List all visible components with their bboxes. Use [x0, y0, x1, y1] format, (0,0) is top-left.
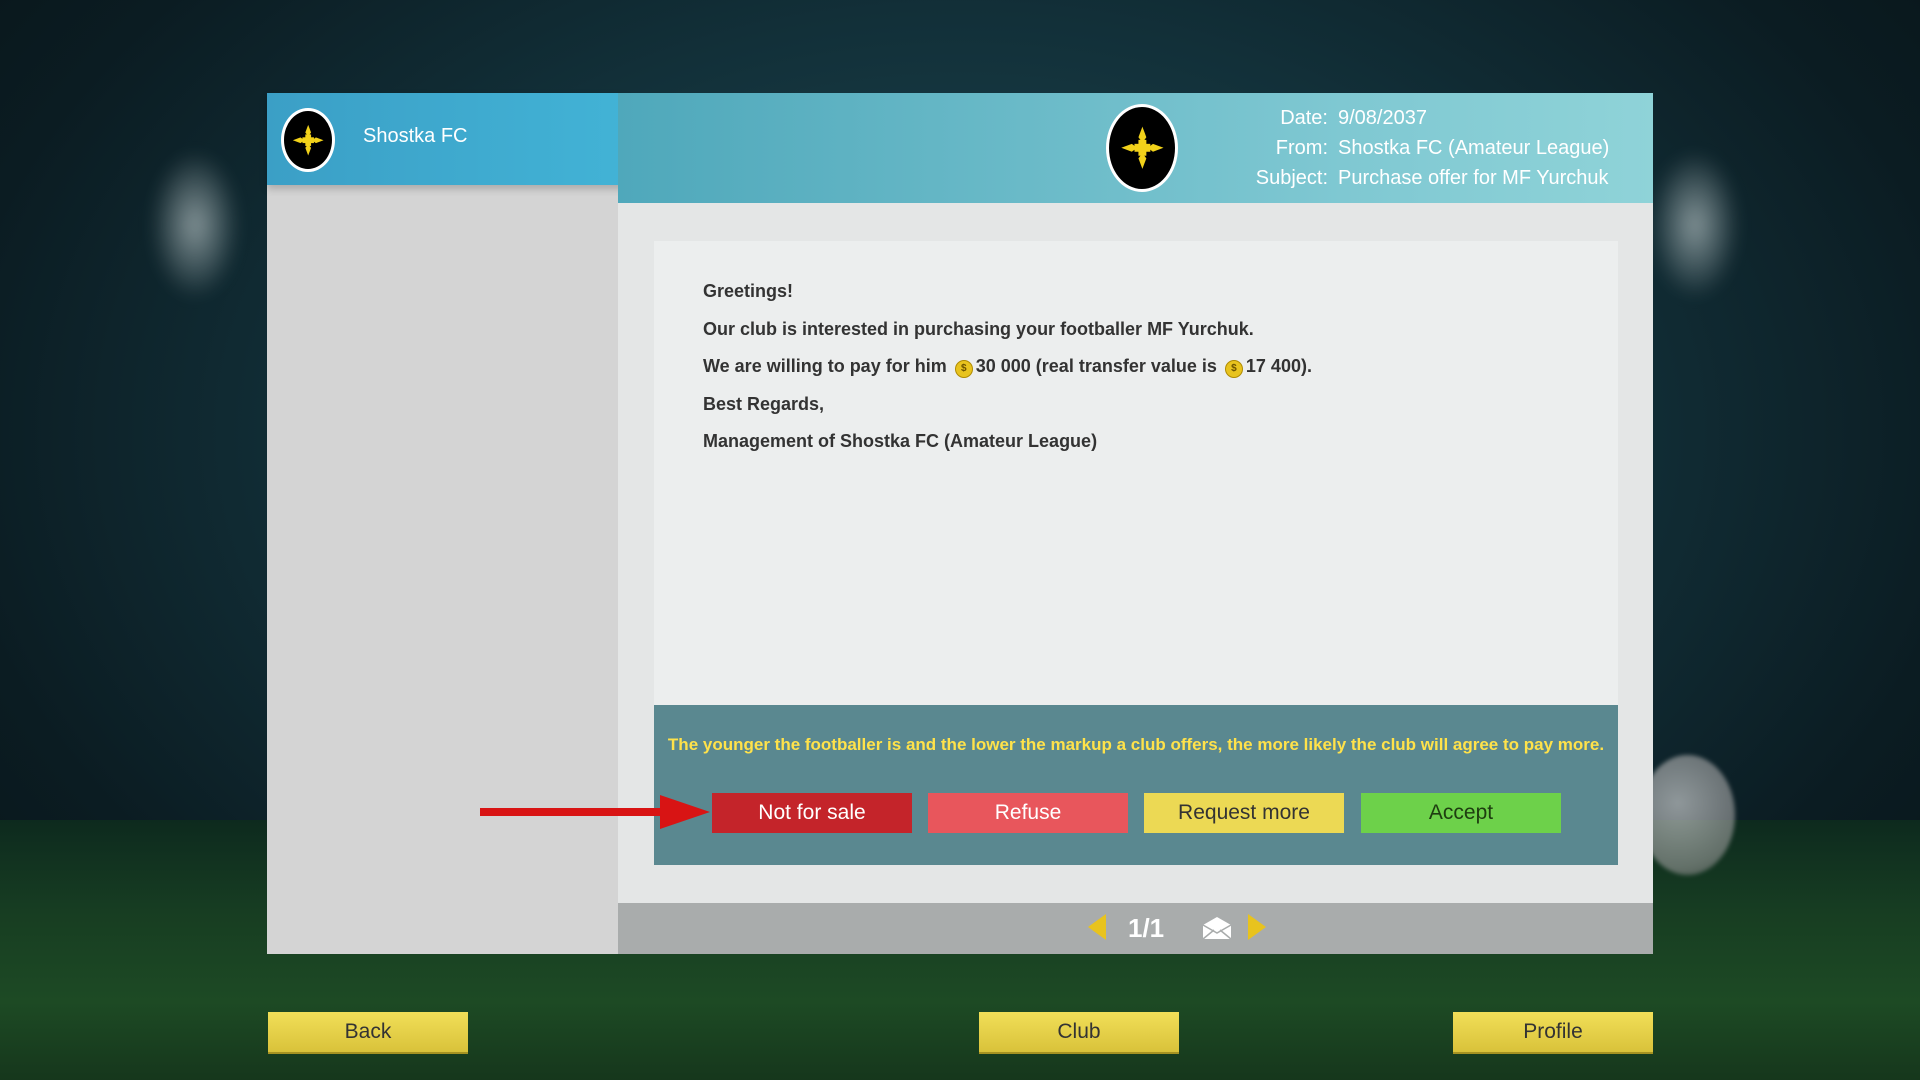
sidebar-club-name: Shostka FC	[363, 125, 468, 147]
closing-line: Best Regards,	[703, 393, 825, 414]
offer-prefix: We are willing to pay for him	[703, 356, 947, 376]
signature-line: Management of Shostka FC (Amateur League…	[703, 431, 1098, 451]
message-from: From: Shostka FC (Amateur League)	[1108, 137, 1609, 160]
message-pager: 1/1	[618, 903, 1653, 954]
accept-button[interactable]: Accept	[1361, 793, 1561, 833]
from-value: Shostka FC (Amateur League)	[1338, 137, 1610, 159]
football-decoration	[1640, 755, 1735, 875]
offer-action-panel: The younger the footballer is and the lo…	[654, 705, 1618, 865]
sidebar-club-tab[interactable]: Shostka FC	[267, 93, 629, 185]
previous-arrow-icon[interactable]	[1088, 914, 1106, 940]
from-label: From:	[1275, 137, 1328, 159]
transfer-value: 17 400	[1245, 356, 1301, 376]
offer-amount: 30 000	[975, 356, 1031, 376]
message-body: Greetings! Our club is interested in pur…	[654, 241, 1618, 706]
refuse-button[interactable]: Refuse	[928, 793, 1128, 833]
club-crest-icon	[281, 108, 335, 172]
back-button[interactable]: Back	[268, 1012, 468, 1052]
stadium-light-right	[1650, 150, 1740, 300]
coin-icon: $	[954, 360, 973, 378]
profile-button[interactable]: Profile	[1453, 1012, 1653, 1052]
coin-icon: $	[1224, 360, 1243, 378]
subject-value: Purchase offer for MF Yurchuk	[1338, 167, 1609, 189]
offer-middle: (real transfer value is	[1035, 356, 1217, 376]
offer-suffix: ).	[1300, 356, 1312, 376]
not-for-sale-button[interactable]: Not for sale	[712, 793, 912, 833]
date-value: 9/08/2037	[1338, 107, 1427, 129]
offer-line: We are willing to pay for him $30 000 (r…	[703, 348, 1312, 386]
interest-line: Our club is interested in purchasing you…	[703, 318, 1254, 339]
date-label: Date:	[1280, 107, 1328, 129]
envelope-icon[interactable]	[1201, 915, 1233, 941]
subject-label: Subject:	[1255, 167, 1328, 189]
message-window: Shostka FC Date: 9/08/2037 From: Shostka…	[267, 93, 1653, 954]
message-date: Date: 9/08/2037	[1108, 107, 1427, 130]
message-panel: Date: 9/08/2037 From: Shostka FC (Amateur …	[618, 93, 1653, 954]
next-arrow-icon[interactable]	[1248, 914, 1266, 940]
club-button[interactable]: Club	[979, 1012, 1179, 1052]
page-counter: 1/1	[1128, 913, 1165, 943]
stadium-light-left	[150, 150, 240, 300]
greeting-line: Greetings!	[703, 281, 794, 301]
request-more-button[interactable]: Request more	[1144, 793, 1344, 833]
message-subject: Subject: Purchase offer for MF Yurchuk	[1108, 167, 1609, 190]
negotiation-hint: The younger the footballer is and the lo…	[667, 735, 1605, 754]
red-arrow-annotation	[480, 795, 710, 829]
message-header: Date: 9/08/2037 From: Shostka FC (Amateur …	[618, 93, 1653, 203]
